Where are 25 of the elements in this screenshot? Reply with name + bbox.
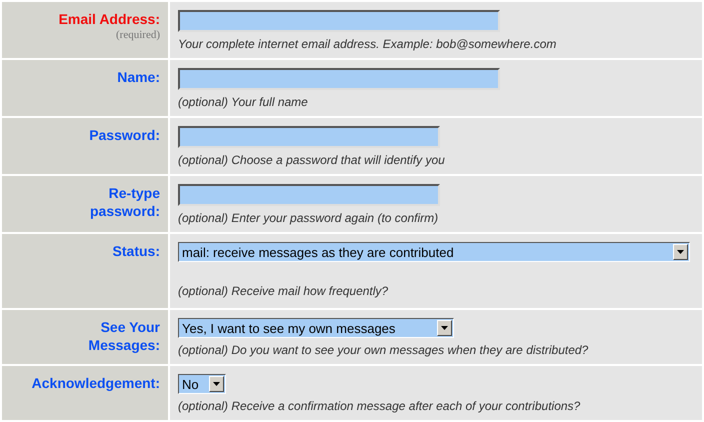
field-hint: (optional) Choose a password that will identify you	[178, 153, 445, 167]
text-input-field[interactable]	[178, 68, 500, 90]
password-input-field[interactable]	[178, 184, 440, 206]
field-hint: (optional) Enter your password again (to confirm)	[178, 211, 438, 225]
required-note: (required)	[116, 29, 160, 41]
field-hint: Your complete internet email address. Example: bob@somewhere.com	[178, 37, 556, 51]
dropdown-arrow-icon	[677, 250, 684, 254]
field-label: See Your Messages:	[87, 318, 160, 354]
field-label: Password:	[89, 126, 160, 144]
field-label: Status:	[112, 242, 160, 260]
field-label: Name:	[117, 68, 160, 86]
dropdown-arrow-icon	[213, 382, 220, 386]
field-label: Re-type password:	[88, 184, 160, 220]
field-hint: (optional) Do you want to see your own messages when they are distributed?	[178, 343, 588, 357]
dropdown-select[interactable]: mail: receive messages as they are contributed	[178, 242, 690, 262]
field-label: Acknowledgement:	[32, 374, 160, 392]
dropdown-select[interactable]: Yes, I want to see my own messages	[178, 318, 454, 338]
dropdown-select[interactable]: No	[178, 374, 226, 394]
field-label: Email Address:	[58, 10, 160, 28]
field-hint: (optional) Receive mail how frequently?	[178, 284, 388, 298]
dropdown-arrow-icon	[441, 326, 448, 330]
field-hint: (optional) Receive a confirmation message after each of your contributions?	[178, 399, 580, 413]
text-input-field[interactable]	[178, 10, 500, 32]
password-input-field[interactable]	[178, 126, 440, 148]
field-hint: (optional) Your full name	[178, 95, 308, 109]
